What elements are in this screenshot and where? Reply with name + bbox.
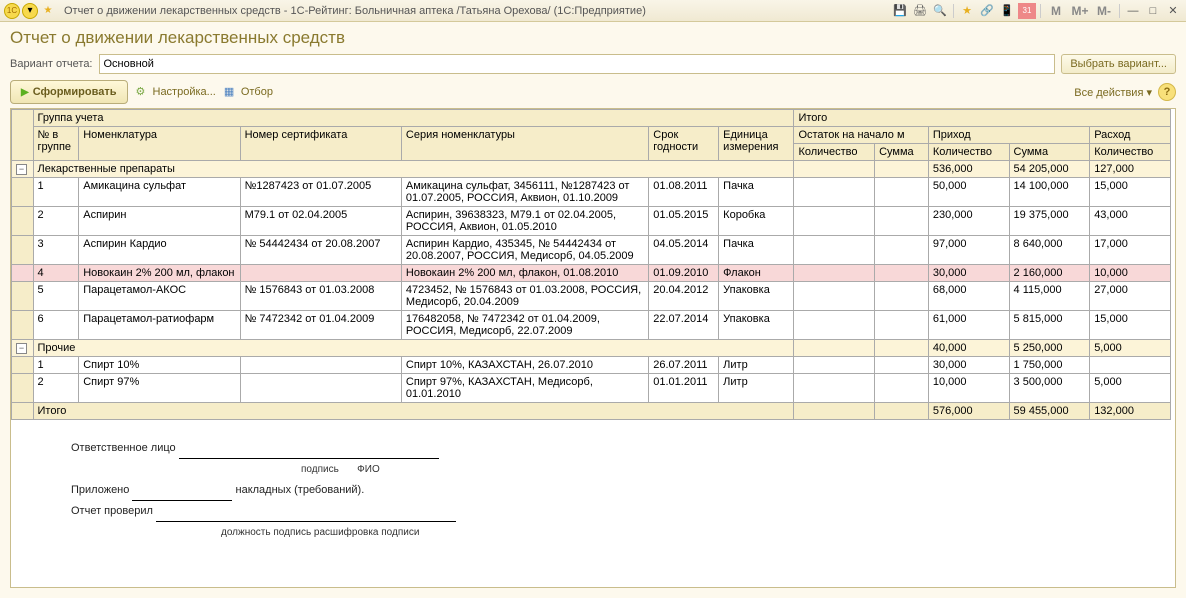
report-table: Группа учета Итого № в группе Номенклату…	[11, 109, 1171, 420]
help-button[interactable]: ?	[1158, 83, 1176, 101]
preview-icon[interactable]: 🔍	[931, 3, 949, 19]
link-icon[interactable]: 🔗	[978, 3, 996, 19]
choose-variant-button[interactable]: Выбрать вариант...	[1061, 54, 1176, 74]
page-title: Отчет о движении лекарственных средств	[10, 28, 1176, 48]
col-unit: Единица измерения	[719, 127, 794, 161]
group-row[interactable]: −Лекарственные препараты536,00054 205,00…	[12, 161, 1171, 178]
titlebar: 1C ▾ ★ Отчет о движении лекарственных ср…	[0, 0, 1186, 22]
save-icon[interactable]: 💾	[891, 3, 909, 19]
table-row[interactable]: 2АспиринМ79.1 от 02.04.2005Аспирин, 3963…	[12, 207, 1171, 236]
app-icon: 1C	[4, 3, 20, 19]
table-row[interactable]: 1Спирт 10%Спирт 10%, КАЗАХСТАН, 26.07.20…	[12, 357, 1171, 374]
col-rashod: Расход	[1090, 127, 1171, 144]
signature-block: Ответственное лицо подпись ФИО Приложено…	[71, 438, 1175, 542]
filter-icon: ▦	[224, 85, 238, 99]
form-button[interactable]: ▶ Сформировать	[10, 80, 128, 104]
col-series: Серия номенклатуры	[401, 127, 648, 161]
calendar-icon[interactable]: 31	[1018, 3, 1036, 19]
dropdown-icon[interactable]: ▾	[22, 3, 38, 19]
table-row[interactable]: 2Спирт 97%Спирт 97%, КАЗАХСТАН, Медисорб…	[12, 374, 1171, 403]
table-row[interactable]: 1Амикацина сульфат№1287423 от 01.07.2005…	[12, 178, 1171, 207]
m-button[interactable]: M	[1045, 3, 1067, 19]
variant-input[interactable]	[99, 54, 1056, 74]
collapse-icon[interactable]: −	[16, 343, 27, 354]
calc-icon[interactable]: 📱	[998, 3, 1016, 19]
col-itogo: Итого	[794, 110, 1171, 127]
report-area: Группа учета Итого № в группе Номенклату…	[10, 108, 1176, 588]
table-row[interactable]: 3Аспирин Кардио№ 54442434 от 20.08.2007А…	[12, 236, 1171, 265]
star-icon[interactable]: ★	[40, 3, 56, 19]
grand-total-row: Итого576,00059 455,000132,000	[12, 403, 1171, 420]
m-plus-button[interactable]: M+	[1069, 3, 1091, 19]
group-row[interactable]: −Прочие40,0005 250,0005,000	[12, 340, 1171, 357]
col-prihod: Приход	[928, 127, 1089, 144]
col-group: Группа учета	[33, 110, 794, 127]
col-nomen: Номенклатура	[79, 127, 240, 161]
variant-label: Вариант отчета:	[10, 58, 93, 70]
close-button[interactable]: ✕	[1164, 3, 1182, 19]
table-row[interactable]: 6Парацетамол-ратиофарм№ 7472342 от 01.04…	[12, 311, 1171, 340]
minimize-button[interactable]: —	[1124, 3, 1142, 19]
form-button-label: Сформировать	[33, 86, 117, 98]
m-minus-button[interactable]: M-	[1093, 3, 1115, 19]
all-actions-dropdown[interactable]: Все действия ▾	[1074, 86, 1152, 99]
print-icon[interactable]: 🖨	[911, 3, 929, 19]
col-expiry: Срок годности	[649, 127, 719, 161]
maximize-button[interactable]: □	[1144, 3, 1162, 19]
window-title: Отчет о движении лекарственных средств -…	[64, 5, 646, 17]
col-start: Остаток на начало м	[794, 127, 928, 144]
settings-icon: ⚙	[136, 85, 150, 99]
col-num: № в группе	[33, 127, 79, 161]
filter-button[interactable]: ▦Отбор	[224, 85, 273, 99]
col-cert: Номер сертификата	[240, 127, 401, 161]
favorite-icon[interactable]: ★	[958, 3, 976, 19]
play-icon: ▶	[21, 87, 29, 98]
table-row[interactable]: 4Новокаин 2% 200 мл, флаконНовокаин 2% 2…	[12, 265, 1171, 282]
collapse-icon[interactable]: −	[16, 164, 27, 175]
table-row[interactable]: 5Парацетамол-АКОС№ 1576843 от 01.03.2008…	[12, 282, 1171, 311]
settings-button[interactable]: ⚙Настройка...	[136, 85, 216, 99]
